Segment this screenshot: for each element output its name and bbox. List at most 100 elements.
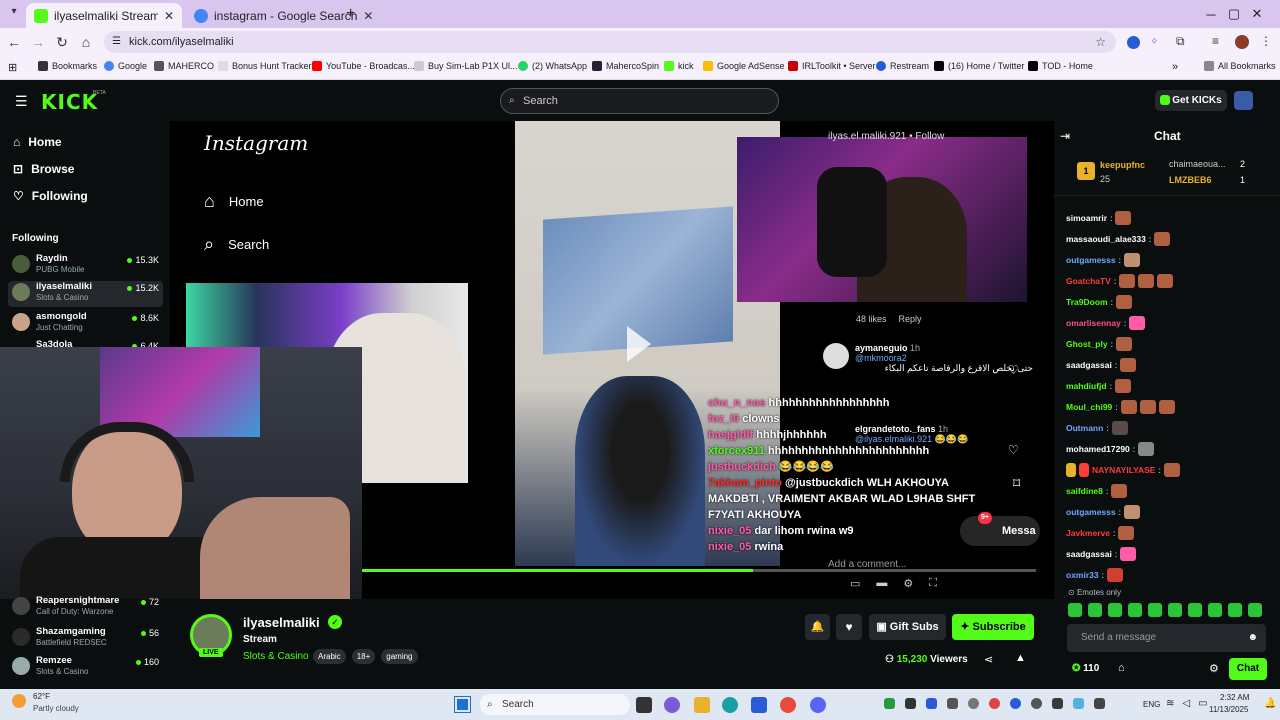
store-icon[interactable]: ⌂ — [1118, 662, 1125, 674]
tray-app-icon[interactable] — [905, 698, 916, 709]
clock-time[interactable]: 2:32 AM — [1220, 693, 1249, 702]
close-tab-icon[interactable]: ✕ — [164, 9, 174, 23]
tray-app-icon[interactable] — [1010, 698, 1021, 709]
forward-icon[interactable]: → — [28, 32, 48, 52]
emote-icon[interactable] — [1108, 603, 1122, 617]
tray-app-icon[interactable] — [884, 698, 895, 709]
language-indicator[interactable]: ENG — [1143, 700, 1160, 709]
bookmark-item[interactable]: (2) WhatsApp — [518, 61, 587, 71]
bookmark-item[interactable]: Buy Sim-Lab P1X Ul... — [414, 61, 518, 71]
emote-icon[interactable] — [1088, 603, 1102, 617]
tray-app-icon[interactable] — [1094, 698, 1105, 709]
following-channel[interactable]: asmongold Just Chatting 8.6K — [8, 311, 163, 337]
theater-icon[interactable]: ▬ — [876, 577, 887, 590]
tag[interactable]: Arabic — [313, 649, 346, 664]
site-search-input[interactable]: ⌕ Search — [500, 88, 779, 114]
address-bar[interactable]: ☰ kick.com/ilyaselmaliki ☆ — [104, 31, 1116, 53]
file-explorer-icon[interactable] — [694, 697, 710, 713]
following-channel[interactable]: Shazamgaming Battlefield REDSEC 56 — [8, 626, 163, 652]
channel-name[interactable]: ilyaselmaliki — [243, 615, 320, 630]
user-avatar[interactable] — [1234, 91, 1253, 110]
bookmark-item[interactable]: MahercoSpin — [592, 61, 659, 71]
subscribe-button[interactable]: ✦ Subscribe — [952, 614, 1034, 640]
extension-icon[interactable] — [1127, 36, 1140, 49]
settings-icon[interactable]: ⚙ — [903, 577, 913, 590]
collapse-chat-icon[interactable]: ⇥ — [1060, 129, 1070, 143]
emote-icon[interactable] — [1248, 603, 1262, 617]
new-tab-icon[interactable]: + — [346, 5, 355, 23]
like-icon[interactable]: ♡ — [1008, 443, 1019, 457]
start-icon[interactable] — [454, 696, 471, 713]
taskbar-search[interactable]: ⌕ Search — [480, 694, 630, 715]
media-control-icon[interactable]: ≡ — [1212, 34, 1219, 48]
bookmark-item[interactable]: Restream — [876, 61, 929, 71]
following-channel[interactable]: Raydin PUBG Mobile 15.3K — [8, 253, 163, 279]
bookmark-star-icon[interactable]: ☆ — [1095, 31, 1106, 53]
emoji-icon[interactable]: ☻ — [1247, 624, 1258, 652]
gift-subs-button[interactable]: ▣ Gift Subs — [869, 614, 946, 640]
tray-app-icon[interactable] — [1052, 698, 1063, 709]
emote-icon[interactable] — [1228, 603, 1242, 617]
bookmark-item[interactable]: YouTube - Broadcas... — [312, 61, 415, 71]
follow-heart-button[interactable]: ♥ — [836, 614, 862, 640]
all-bookmarks[interactable]: All Bookmarks — [1204, 61, 1276, 71]
extension-icon[interactable]: ᛜ — [1151, 36, 1158, 48]
emote-icon[interactable] — [1148, 603, 1162, 617]
close-window-icon[interactable]: ✕ — [1234, 0, 1280, 28]
kick-logo[interactable]: KICK — [41, 90, 98, 114]
sidebar-item-home[interactable]: ⌂ Home — [13, 135, 62, 149]
back-icon[interactable]: ← — [4, 32, 24, 52]
stream-category[interactable]: Slots & Casino — [243, 651, 309, 662]
bookmarks-overflow-icon[interactable]: » — [1172, 61, 1178, 73]
apps-icon[interactable]: ⊞ — [8, 61, 17, 74]
kick-points[interactable]: ✪ 110 — [1072, 663, 1099, 674]
share-icon[interactable]: ⋖ — [984, 653, 993, 666]
bookmark-item[interactable]: kick — [664, 61, 694, 71]
video-progress-bar[interactable] — [362, 569, 1036, 572]
following-channel[interactable]: Remzee Slots & Casino 160 — [8, 655, 163, 681]
chat-settings-icon[interactable]: ⚙ — [1209, 662, 1219, 675]
emote-icon[interactable] — [1068, 603, 1082, 617]
tab-kick[interactable]: ilyaselmaliki Stream - Watch ✕ — [26, 3, 182, 28]
bookmark-item[interactable]: Google AdSense — [703, 61, 785, 71]
notifications-bell-icon[interactable]: 🔔 — [1264, 698, 1276, 709]
notification-bell-button[interactable]: 🔔 — [805, 614, 830, 640]
browser-menu-icon[interactable]: ⋮ — [1260, 34, 1272, 48]
store-app-icon[interactable] — [751, 697, 767, 713]
bookmark-item[interactable]: Google — [104, 61, 147, 71]
tray-app-icon[interactable] — [926, 698, 937, 709]
wifi-volume-battery[interactable]: ≋ ◁ ▭ — [1166, 698, 1208, 709]
save-bookmark-icon[interactable]: ⌑ — [1013, 475, 1020, 492]
get-kicks-button[interactable]: Get KICKs — [1155, 90, 1227, 111]
tray-app-icon[interactable] — [968, 698, 979, 709]
bookmark-item[interactable]: MAHERCO — [154, 61, 214, 71]
task-view-icon[interactable] — [636, 697, 652, 713]
extensions-puzzle-icon[interactable]: ⧉ — [1176, 34, 1185, 49]
bookmark-item[interactable]: Bookmarks — [38, 61, 97, 71]
tray-app-icon[interactable] — [1073, 698, 1084, 709]
bookmark-item[interactable]: IRLToolkit • Server — [788, 61, 876, 71]
bookmark-item[interactable]: Bonus Hunt Tracker — [218, 61, 312, 71]
emote-icon[interactable] — [1168, 603, 1182, 617]
chat-input[interactable]: Send a message ☻ — [1067, 624, 1266, 652]
following-channel[interactable]: ilyaselmaliki Slots & Casino 15.2K — [8, 281, 163, 307]
send-chat-button[interactable]: Chat — [1229, 658, 1267, 680]
edge-icon[interactable] — [722, 697, 738, 713]
like-icon[interactable]: ♡ — [1008, 363, 1019, 377]
tag[interactable]: gaming — [381, 649, 418, 664]
tag[interactable]: 18+ — [351, 649, 376, 664]
bookmark-item[interactable]: (16) Home / Twitter — [934, 61, 1024, 71]
clip-icon[interactable]: ▭ — [850, 577, 860, 590]
close-tab-icon[interactable]: ✕ — [363, 9, 373, 23]
fullscreen-icon[interactable]: ⛶ — [929, 577, 937, 590]
tab-google[interactable]: instagram - Google Search ✕ — [186, 3, 373, 28]
hamburger-menu-icon[interactable]: ☰ — [15, 93, 28, 110]
sidebar-item-following[interactable]: ♡ Following — [13, 189, 88, 203]
weather-temp[interactable]: 62°F — [33, 692, 50, 701]
reload-icon[interactable]: ↻ — [52, 32, 72, 52]
play-icon[interactable] — [627, 326, 651, 362]
tray-app-icon[interactable] — [947, 698, 958, 709]
site-info-icon[interactable]: ☰ — [112, 31, 121, 53]
bookmark-item[interactable]: TOD - Home — [1028, 61, 1093, 71]
emote-icon[interactable] — [1188, 603, 1202, 617]
